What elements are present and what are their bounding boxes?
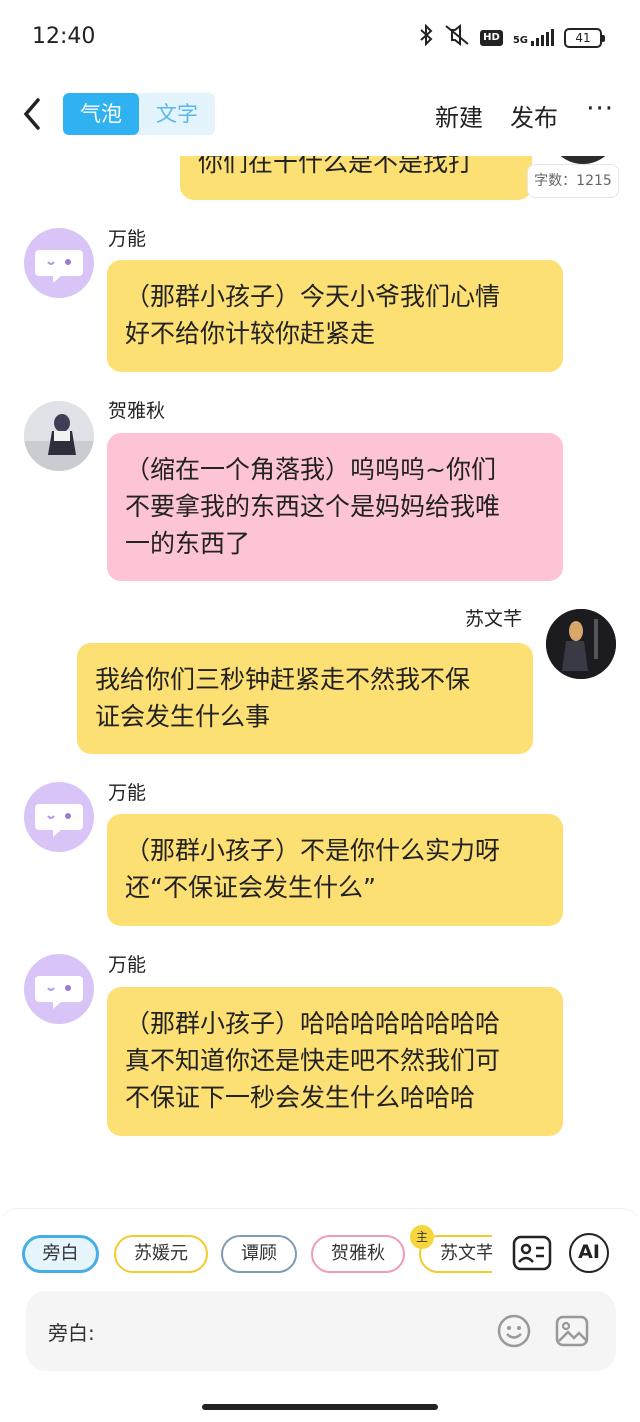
word-count: 字数：1215 (527, 164, 619, 198)
home-indicator[interactable] (202, 1404, 438, 1410)
publish-button[interactable]: 发布 (510, 98, 558, 133)
emoji-button[interactable] (496, 1313, 532, 1349)
message-line: 我给你们三秒钟赶紧走不然我不保 (95, 665, 471, 694)
more-button[interactable]: ··· (586, 94, 614, 124)
message-line: 还“不保证会发生什么” (125, 873, 376, 902)
top-navbar: 气泡 文字 新建 发布 ··· (0, 76, 640, 156)
character-chip-narrator[interactable]: 旁白 (22, 1235, 99, 1273)
status-icons: HD 5G 41 (418, 23, 605, 51)
character-photo-icon (546, 609, 616, 679)
tab-text[interactable]: 文字 (139, 93, 215, 135)
host-badge: 主 (410, 1225, 434, 1249)
sender-name: 苏文芊 (465, 608, 523, 630)
status-bar: 12:40 HD 5G 41 (0, 0, 640, 76)
message-line: （那群小孩子）哈哈哈哈哈哈哈哈 (125, 1009, 501, 1038)
chat-bubble[interactable]: 你们在干什么是不是找打 (180, 156, 532, 200)
narration-input[interactable]: 旁白: (26, 1291, 616, 1371)
avatar[interactable] (548, 156, 618, 164)
hd-icon: HD (480, 29, 503, 46)
chat-bubble[interactable]: （那群小孩子）不是你什么实力呀 还“不保证会发生什么” (107, 814, 563, 926)
avatar[interactable] (24, 782, 94, 852)
message-line: 你们在干什么是不是找打 (198, 156, 474, 177)
chat-bubble[interactable]: 我给你们三秒钟赶紧走不然我不保 证会发生什么事 (77, 643, 533, 754)
avatar[interactable] (24, 228, 94, 298)
sender-name: 贺雅秋 (108, 400, 166, 422)
chat-area[interactable]: 你们在干什么是不是找打 字数：1215 万能 （那群小孩子）今天小爷我们心情 好… (0, 156, 640, 1208)
sender-name: 万能 (108, 228, 147, 250)
message-line: 真不知道你还是快走吧不然我们可 (125, 1046, 501, 1075)
input-label: 旁白: (48, 1321, 95, 1345)
ai-button[interactable]: AI (569, 1233, 609, 1273)
chat-bubble[interactable]: （那群小孩子）今天小爷我们心情 好不给你计较你赶紧走 (107, 260, 563, 372)
contact-card-button[interactable] (512, 1233, 552, 1273)
message-line: （缩在一个角落我）呜呜呜~你们 (125, 455, 496, 484)
battery-icon: 41 (564, 27, 605, 48)
mute-icon (444, 23, 470, 51)
message-line: 好不给你计较你赶紧走 (125, 319, 376, 348)
character-chip[interactable]: 苏媛元 (114, 1235, 208, 1273)
back-button[interactable] (18, 94, 50, 134)
chat-bot-icon (35, 804, 83, 837)
image-icon (555, 1315, 589, 1347)
mode-toggle: 气泡 文字 (63, 93, 215, 135)
composer-panel: 旁白 苏媛元 谭顾 贺雅秋 苏文芊 主 AI 旁白: (0, 1208, 640, 1422)
message-line: 不要拿我的东西这个是妈妈给我唯 (125, 492, 501, 521)
message-line: 不保证下一秒会发生什么哈哈哈 (125, 1083, 476, 1112)
status-time: 12:40 (32, 24, 96, 49)
contact-card-icon (512, 1235, 552, 1271)
chat-bubble[interactable]: （缩在一个角落我）呜呜呜~你们 不要拿我的东西这个是妈妈给我唯 一的东西了 (107, 433, 563, 581)
chat-bot-icon (35, 250, 83, 283)
tab-bubble[interactable]: 气泡 (63, 93, 139, 135)
message-line: （那群小孩子）不是你什么实力呀 (125, 836, 501, 865)
character-photo-icon (24, 401, 94, 471)
emoji-icon (497, 1314, 531, 1348)
bluetooth-icon (418, 23, 434, 51)
character-chip[interactable]: 贺雅秋 (311, 1235, 405, 1273)
sender-name: 万能 (108, 954, 147, 976)
network-label: 5G (512, 34, 528, 46)
character-chip[interactable]: 谭顾 (221, 1235, 297, 1273)
avatar[interactable] (546, 609, 616, 679)
chat-bot-icon (35, 976, 83, 1009)
signal-icon: 5G (512, 28, 554, 46)
avatar[interactable] (24, 401, 94, 471)
chat-bubble[interactable]: （那群小孩子）哈哈哈哈哈哈哈哈 真不知道你还是快走吧不然我们可 不保证下一秒会发… (107, 987, 563, 1136)
avatar[interactable] (24, 954, 94, 1024)
image-button[interactable] (554, 1313, 590, 1349)
chevron-left-icon (23, 98, 40, 130)
message-line: 一的东西了 (125, 529, 251, 558)
new-button[interactable]: 新建 (435, 98, 483, 133)
message-line: 证会发生什么事 (95, 702, 271, 731)
message-line: （那群小孩子）今天小爷我们心情 (125, 282, 501, 311)
sender-name: 万能 (108, 782, 147, 804)
